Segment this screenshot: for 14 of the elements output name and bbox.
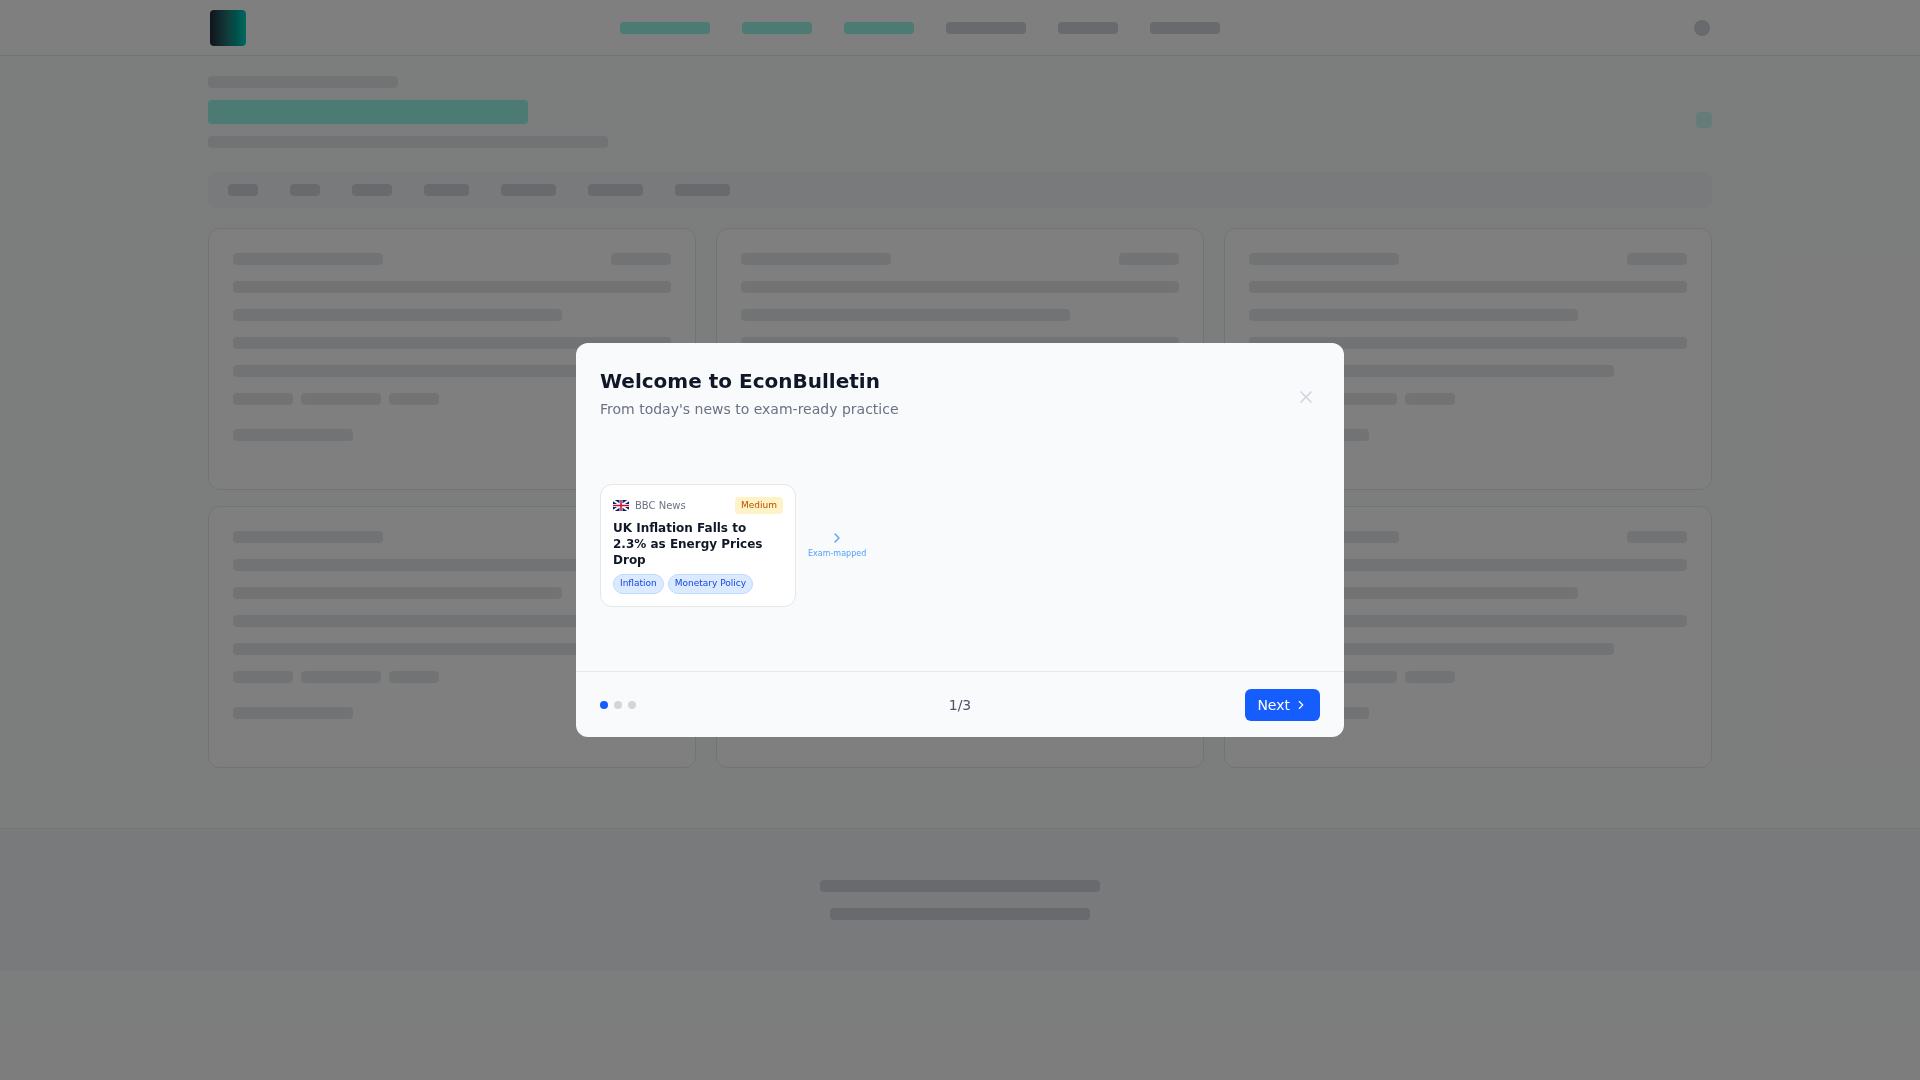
exam-mapped-label: Exam-mapped — [808, 548, 867, 560]
step-counter: 1/3 — [948, 695, 972, 715]
topic-tag: Monetary Policy — [667, 574, 754, 594]
difficulty-badge: Medium — [735, 496, 783, 514]
news-headline: UK Inflation Falls to 2.3% as Energy Prices Drop — [613, 520, 764, 568]
blurred-text-bar — [844, 21, 914, 34]
blurred-text-bar — [742, 21, 812, 34]
source-text: BBC News — [635, 498, 686, 513]
logo-block — [210, 9, 246, 46]
dialog-subtitle: From today's news to exam-ready practice — [600, 400, 899, 419]
flag-icon — [613, 499, 629, 511]
topic-tag: Inflation — [613, 574, 664, 594]
dialog-title: Welcome to EconBulletin — [600, 368, 881, 395]
next-button[interactable]: Next — [1245, 688, 1320, 721]
